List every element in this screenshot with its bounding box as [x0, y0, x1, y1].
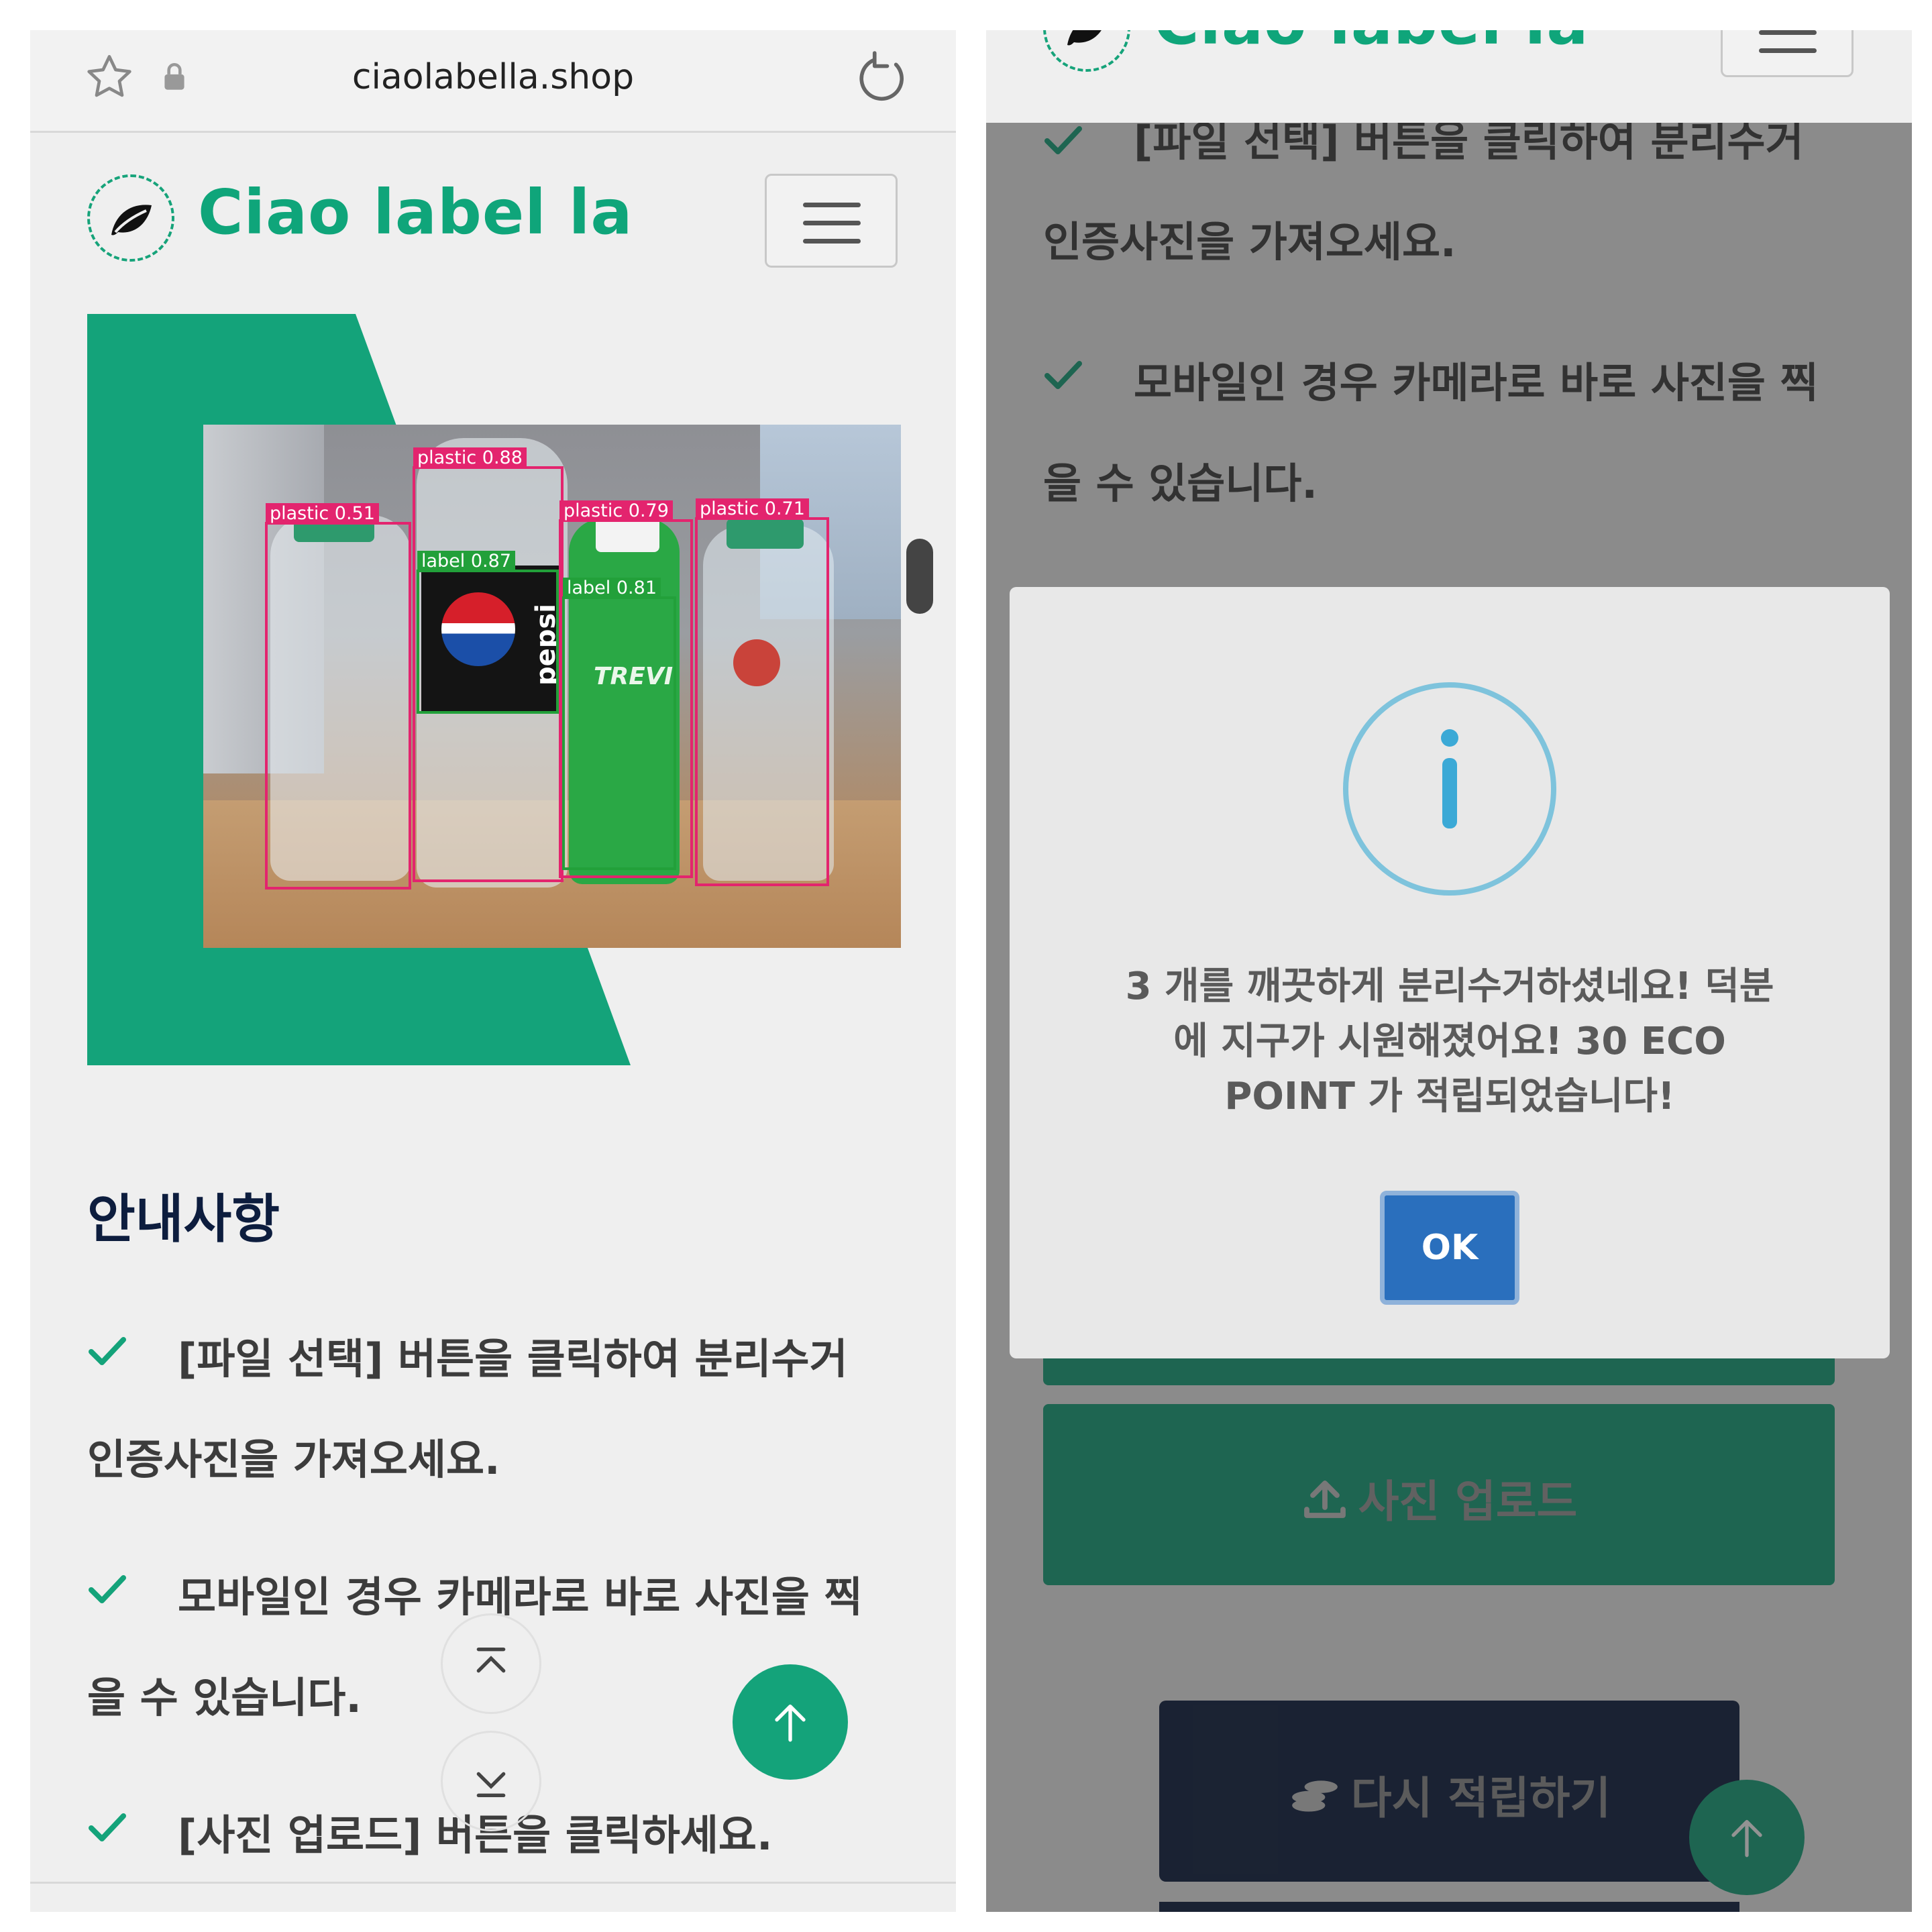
check-icon — [89, 1813, 126, 1841]
detection-box: plastic 0.71 — [695, 498, 829, 886]
alert-message-line: 에 지구가 시원해졌어요! 30 ECO — [1173, 1020, 1726, 1063]
hamburger-menu-button[interactable] — [765, 174, 898, 268]
detection-label: plastic 0.88 — [413, 447, 527, 469]
info-icon — [1343, 682, 1556, 896]
scroll-down-button[interactable] — [441, 1731, 541, 1831]
left-screenshot: ciaolabella.shop Ciao label la pepsi TRE… — [30, 30, 956, 1912]
back-to-top-button[interactable] — [733, 1664, 848, 1780]
detection-box: plastic 0.51 — [265, 503, 411, 890]
leaf-icon — [1067, 30, 1102, 46]
alert-modal: 3 개를 깨끗하게 분리수거하셨네요! 덕분 에 지구가 시원해졌어요! 30 … — [1010, 587, 1890, 1358]
url-text[interactable]: ciaolabella.shop — [30, 57, 956, 97]
alert-message-line: POINT 가 적립되었습니다! — [1224, 1075, 1675, 1118]
guide-item-2: 모바일인 경우 카메라로 바로 사진을 찍 — [178, 1572, 863, 1621]
guide-item-1-cont: 인증사진을 가져오세요. — [87, 1435, 500, 1484]
detection-label: plastic 0.71 — [696, 498, 809, 520]
browser-url-bar: ciaolabella.shop — [30, 30, 956, 133]
alert-message-line: 3 개를 깨끗하게 분리수거하셨네요! 덕분 — [1125, 965, 1774, 1008]
chevron-up-icon — [476, 1648, 506, 1673]
chevron-down-icon — [476, 1772, 506, 1797]
detection-label: plastic 0.79 — [559, 500, 673, 522]
leaf-icon — [111, 205, 152, 235]
detection-label: label 0.81 — [563, 578, 661, 599]
bottom-divider — [30, 1882, 956, 1884]
site-header: Ciao label la — [986, 30, 1912, 123]
guide-heading: 안내사항 — [87, 1189, 280, 1250]
scroll-up-button[interactable] — [441, 1613, 541, 1714]
ok-button[interactable]: OK — [1380, 1191, 1519, 1305]
detection-label: plastic 0.51 — [266, 503, 379, 525]
site-header: Ciao label la — [30, 133, 956, 334]
alert-message: 3 개를 깨끗하게 분리수거하셨네요! 덕분 에 지구가 시원해졌어요! 30 … — [1063, 959, 1836, 1124]
hamburger-menu-button[interactable] — [1721, 30, 1854, 77]
brand-name[interactable]: Ciao label la — [1154, 30, 1589, 58]
right-screenshot: [파일 선택] 버튼을 클릭하여 분리수거 인증사진을 가져오세요. 모바일인 … — [986, 30, 1912, 1912]
logo[interactable] — [87, 174, 174, 262]
logo[interactable] — [1043, 30, 1130, 72]
reload-icon[interactable] — [852, 49, 912, 109]
arrow-up-icon — [775, 1705, 806, 1742]
check-icon — [89, 1575, 126, 1603]
guide-item-2-cont: 을 수 있습니다. — [87, 1673, 362, 1722]
detection-box: label 0.81 — [562, 578, 676, 870]
check-icon — [89, 1337, 126, 1365]
detection-result-image: pepsi TREVI plastic 0.51 plastic 0.88 la… — [203, 425, 901, 948]
detection-label: label 0.87 — [417, 551, 515, 572]
guide-item-1: [파일 선택] 버튼을 클릭하여 분리수거 — [178, 1334, 848, 1383]
brand-name[interactable]: Ciao label la — [198, 176, 633, 248]
scroll-handle[interactable] — [906, 539, 933, 614]
detection-box: label 0.87 — [417, 551, 559, 714]
